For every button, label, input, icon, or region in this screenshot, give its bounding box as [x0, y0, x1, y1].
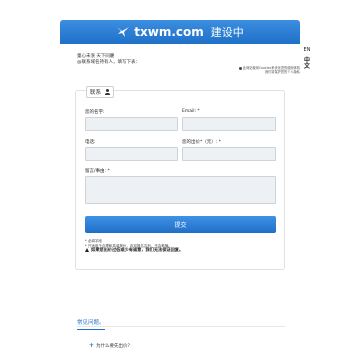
intro-text: 童心未泯 天下同慶 @联系域名持有人，填写下表：	[77, 54, 140, 66]
phone-input[interactable]	[85, 147, 178, 161]
lang-zh[interactable]: 中文	[302, 58, 312, 70]
warning-icon	[85, 248, 89, 253]
offer-label: 您的出价*（元）: *	[182, 140, 221, 145]
faq-title: 常见问题。	[77, 318, 105, 330]
email-input[interactable]	[182, 117, 276, 131]
name-input[interactable]	[85, 117, 178, 131]
privacy-note: 此网站使用Cookies来优化您的使用体验 我们将保护您的个人隐私	[210, 66, 300, 74]
message-textarea[interactable]	[85, 176, 276, 204]
form-legend-label: 联系	[90, 90, 102, 96]
header-banner: txwm.com 建设中	[60, 20, 300, 44]
bird-logo-icon	[116, 26, 130, 38]
form-legend: 联系	[86, 86, 115, 98]
name-label: 您的名字:	[85, 110, 105, 115]
user-icon	[104, 89, 110, 95]
form-notes: * 必填字段 * 只适用于合理和真诚报价，欢迎报名吉利，不会欺骗。 如果您出价过…	[85, 239, 280, 253]
faq-divider	[77, 326, 285, 327]
info-icon	[238, 66, 242, 70]
brand-name: txwm.com	[134, 25, 204, 39]
lang-en[interactable]: EN	[302, 47, 312, 53]
warning-text: 如果您出价过低或少有诚意，我们无法保证回复。	[91, 247, 184, 253]
language-switcher: EN 中文	[302, 47, 312, 70]
construction-status: 建设中	[210, 26, 244, 39]
privacy-line-2: 我们将保护您的个人隐私	[264, 70, 300, 75]
plus-icon: +	[89, 342, 95, 349]
phone-label: 电话:	[85, 140, 96, 145]
email-label: Email: *	[182, 109, 200, 114]
intro-line-2: @联系域名持有人，填写下表：	[77, 60, 140, 65]
faq-item[interactable]: + 为什么要先出价？	[89, 342, 132, 349]
submit-button[interactable]: 提交	[85, 216, 276, 233]
offer-warning: 如果您出价过低或少有诚意，我们无法保证回复。	[85, 248, 280, 253]
message-label: 留言/事由: *	[85, 169, 110, 174]
faq-question: 为什么要先出价？	[96, 343, 133, 349]
offer-input[interactable]	[182, 147, 276, 161]
